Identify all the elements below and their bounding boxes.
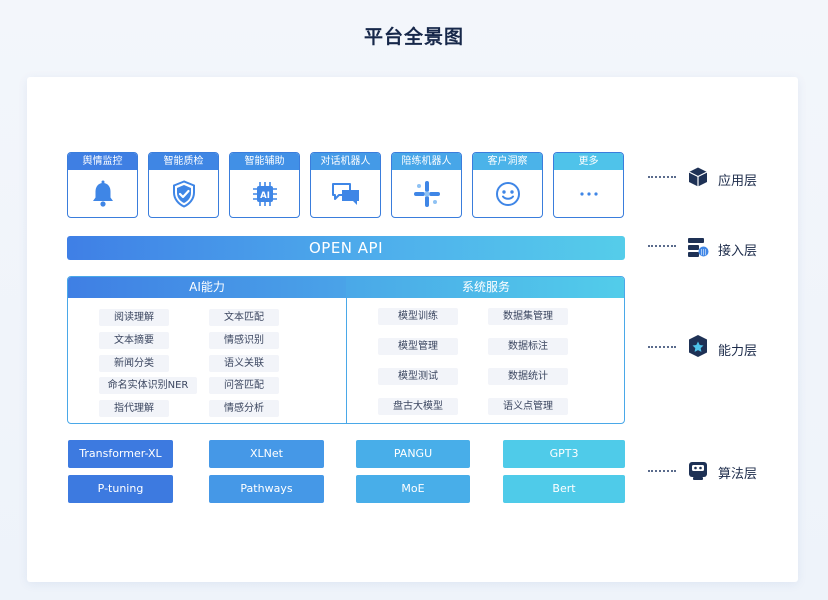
ai-capability-item[interactable]: 文本匹配 <box>209 309 279 326</box>
algorithm-pangu[interactable]: PANGU <box>356 440 470 468</box>
system-service-item[interactable]: 语义点管理 <box>488 398 568 415</box>
system-service-item[interactable]: 数据统计 <box>488 368 568 385</box>
ai-capability-item[interactable]: 问答匹配 <box>209 377 279 394</box>
app-card-label: 更多 <box>554 153 623 170</box>
app-card-label: 智能质检 <box>149 153 218 170</box>
panel-divider <box>346 298 347 423</box>
app-card-label: 智能辅助 <box>230 153 299 170</box>
capability-panel: AI能力 系统服务 阅读理解 文本匹配 文本摘要 情感识别 新闻分类 语义关联 … <box>67 276 625 424</box>
algorithm-moe[interactable]: MoE <box>356 475 470 503</box>
layer-label-access: 接入层 <box>718 244 758 259</box>
ai-capability-item[interactable]: 指代理解 <box>99 400 169 417</box>
layer-label-algorithm: 算法层 <box>718 467 758 482</box>
system-service-item[interactable]: 模型训练 <box>378 308 458 325</box>
layer-label-application: 应用层 <box>718 174 758 189</box>
app-card-quality-check[interactable]: 智能质检 <box>148 152 219 218</box>
app-card-smart-assist[interactable]: 智能辅助 AI <box>229 152 300 218</box>
star-shield-icon <box>687 334 709 357</box>
connector-dots <box>648 245 676 247</box>
algorithm-xlnet[interactable]: XLNet <box>209 440 324 468</box>
chat-bubbles-icon <box>311 170 380 217</box>
app-card-customer-insight[interactable]: 客户洞察 <box>472 152 543 218</box>
api-access-icon: ||| <box>687 236 709 258</box>
app-card-sentiment-monitor[interactable]: 舆情监控 <box>67 152 138 218</box>
cube-icon <box>687 166 709 188</box>
algorithm-gpt3[interactable]: GPT3 <box>503 440 625 468</box>
app-card-dialog-robot[interactable]: 对话机器人 <box>310 152 381 218</box>
system-service-item[interactable]: 模型测试 <box>378 368 458 385</box>
ai-capability-item[interactable]: 语义关联 <box>209 355 279 372</box>
page-title: 平台全景图 <box>363 26 464 48</box>
algorithm-p-tuning[interactable]: P-tuning <box>68 475 173 503</box>
algorithm-transformer-xl[interactable]: Transformer-XL <box>68 440 173 468</box>
algorithm-bert[interactable]: Bert <box>503 475 625 503</box>
app-card-label: 陪练机器人 <box>392 153 461 170</box>
app-card-label: 舆情监控 <box>68 153 137 170</box>
connector-dots <box>648 470 676 472</box>
system-service-item[interactable]: 数据标注 <box>488 338 568 355</box>
app-card-label: 对话机器人 <box>311 153 380 170</box>
open-api-bar[interactable]: OPEN API <box>67 236 625 260</box>
svg-text:AI: AI <box>260 191 270 201</box>
ai-capability-item[interactable]: 命名实体识别NER <box>99 377 197 394</box>
layer-label-capability: 能力层 <box>718 344 758 359</box>
system-service-item[interactable]: 数据集管理 <box>488 308 568 325</box>
shield-check-icon <box>149 170 218 217</box>
connector-dots <box>648 346 676 348</box>
ai-capability-item[interactable]: 文本摘要 <box>99 332 169 349</box>
ai-capability-header: AI能力 <box>68 277 346 298</box>
ai-capability-item[interactable]: 新闻分类 <box>99 355 169 372</box>
bell-icon <box>68 170 137 217</box>
app-card-label: 客户洞察 <box>473 153 542 170</box>
svg-text:|||: ||| <box>700 249 706 256</box>
system-service-header: 系统服务 <box>346 277 624 298</box>
ai-capability-item[interactable]: 情感识别 <box>209 332 279 349</box>
system-service-item[interactable]: 盘古大模型 <box>378 398 458 415</box>
pinwheel-icon <box>392 170 461 217</box>
ai-capability-item[interactable]: 情感分析 <box>209 400 279 417</box>
app-card-more[interactable]: 更多 <box>553 152 624 218</box>
algorithm-pathways[interactable]: Pathways <box>209 475 324 503</box>
ai-capability-item[interactable]: 阅读理解 <box>99 309 169 326</box>
robot-icon <box>687 459 709 481</box>
app-card-training-robot[interactable]: 陪练机器人 <box>391 152 462 218</box>
ai-chip-icon: AI <box>230 170 299 217</box>
connector-dots <box>648 176 676 178</box>
system-service-item[interactable]: 模型管理 <box>378 338 458 355</box>
smiley-icon <box>473 170 542 217</box>
more-dots-icon <box>554 170 623 217</box>
